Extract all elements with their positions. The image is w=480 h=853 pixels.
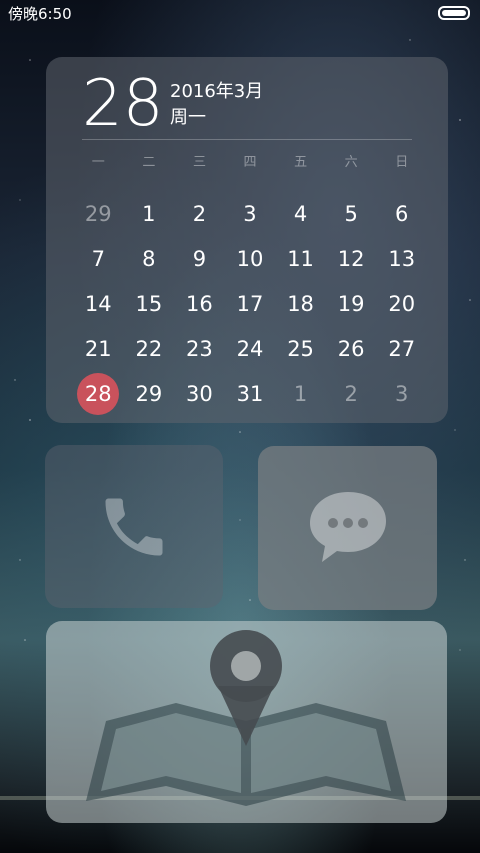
calendar-day-number: 15	[135, 291, 163, 316]
calendar-day-number: 19	[337, 291, 365, 316]
calendar-day-number: 26	[337, 336, 365, 361]
calendar-day-number: 10	[236, 246, 264, 271]
map-pin-icon	[86, 630, 406, 806]
calendar-day-number: 8	[142, 246, 156, 271]
calendar-day[interactable]: 16	[174, 281, 225, 326]
calendar-day-number: 13	[388, 246, 416, 271]
calendar-widget[interactable]: 28 2016年3月 周一 一 二 三 四 五 六 日 29 1 2 3 4 5 6 7 8 9 1…	[46, 57, 448, 423]
calendar-day-number: 17	[236, 291, 264, 316]
calendar-day[interactable]: 14	[73, 281, 124, 326]
calendar-day-number: 30	[186, 381, 213, 406]
calendar-day-number: 27	[388, 336, 416, 361]
calendar-day-number: 7	[91, 246, 105, 271]
calendar-day[interactable]: 13	[376, 236, 427, 281]
weekday-header: 二	[142, 155, 156, 170]
calendar-day-number: 9	[192, 246, 207, 271]
calendar-day-number: 23	[186, 336, 213, 361]
calendar-day-number: 2	[192, 201, 207, 226]
calendar-day[interactable]: 8	[124, 236, 175, 281]
calendar-day[interactable]: 12	[326, 236, 377, 281]
calendar-day[interactable]: 2	[174, 191, 225, 236]
calendar-day-number: 20	[388, 291, 416, 316]
weekday-header: 日	[395, 155, 409, 170]
calendar-day-number: 5	[344, 201, 358, 226]
calendar-day-number: 1	[293, 381, 308, 406]
calendar-day[interactable]: 30	[174, 371, 225, 416]
battery-icon	[438, 6, 470, 20]
calendar-day[interactable]: 18	[275, 281, 326, 326]
calendar-day[interactable]: 24	[225, 326, 276, 371]
calendar-day-number: 22	[135, 336, 163, 361]
calendar-day[interactable]: 1	[275, 371, 326, 416]
calendar-day[interactable]: 17	[225, 281, 276, 326]
calendar-day[interactable]: 9	[174, 236, 225, 281]
calendar-day-number: 21	[84, 336, 112, 361]
maps-app-tile[interactable]	[46, 621, 447, 823]
phone-icon	[105, 498, 163, 555]
status-time: 傍晚6:50	[8, 4, 72, 23]
calendar-day-number: 31	[236, 381, 264, 406]
calendar-day[interactable]: 15	[124, 281, 175, 326]
calendar-day[interactable]: 11	[275, 236, 326, 281]
phone-app-tile[interactable]	[45, 445, 223, 608]
calendar-day[interactable]: 29	[73, 191, 124, 236]
calendar-day-number: 16	[186, 291, 213, 316]
calendar-day-number: 28	[84, 381, 112, 406]
calendar-day[interactable]: 22	[124, 326, 175, 371]
weekday-header: 四	[243, 155, 257, 170]
calendar-day-number: 1	[142, 201, 156, 226]
calendar-grid: 29 1 2 3 4 5 6 7 8 9 10 11 12 13 14 15 16 17 18 19 20 21 22 23 2…	[73, 191, 427, 416]
calendar-day[interactable]: 31	[225, 371, 276, 416]
calendar-day[interactable]: 27	[376, 326, 427, 371]
current-weekday: 周一	[170, 107, 206, 128]
calendar-day[interactable]: 2	[326, 371, 377, 416]
calendar-day[interactable]: 3	[225, 191, 276, 236]
calendar-day[interactable]: 21	[73, 326, 124, 371]
calendar-day-number: 2	[344, 381, 358, 406]
calendar-day-number: 3	[243, 201, 257, 226]
calendar-day[interactable]: 26	[326, 326, 377, 371]
calendar-day[interactable]: 5	[326, 191, 377, 236]
calendar-day-number: 18	[287, 291, 314, 316]
calendar-day-number: 11	[287, 246, 314, 271]
current-day-number: 28	[82, 67, 164, 141]
calendar-day[interactable]: 23	[174, 326, 225, 371]
calendar-day[interactable]: 3	[376, 371, 427, 416]
weekday-header: 五	[294, 155, 308, 170]
calendar-day-number: 24	[236, 336, 264, 361]
weekday-header: 一	[91, 155, 105, 170]
calendar-day[interactable]: 7	[73, 236, 124, 281]
calendar-day-number: 29	[84, 201, 112, 226]
calendar-day[interactable]: 4	[275, 191, 326, 236]
calendar-day-number: 4	[293, 201, 308, 226]
messages-app-tile[interactable]	[258, 446, 437, 610]
calendar-day[interactable]: 10	[225, 236, 276, 281]
calendar-header: 28 2016年3月 周一	[82, 67, 412, 141]
chat-bubble-icon	[309, 492, 386, 562]
calendar-day[interactable]: 25	[275, 326, 326, 371]
weekday-header: 三	[192, 155, 206, 170]
calendar-day-number: 3	[395, 381, 409, 406]
calendar-day-number: 14	[84, 291, 112, 316]
calendar-divider	[82, 139, 412, 140]
status-bar: 傍晚6:50	[0, 0, 480, 26]
calendar-day[interactable]: 6	[376, 191, 427, 236]
calendar-day-number: 25	[287, 336, 314, 361]
calendar-day-number: 6	[395, 201, 409, 226]
calendar-day-number: 12	[337, 246, 365, 271]
calendar-day-today[interactable]: 28	[73, 371, 124, 416]
calendar-day[interactable]: 1	[124, 191, 175, 236]
weekday-header: 六	[344, 155, 358, 170]
weekday-headers: 一 二 三 四 五 六 日	[73, 151, 427, 170]
current-year-month: 2016年3月	[170, 81, 264, 102]
calendar-day-number: 29	[135, 381, 163, 406]
calendar-day[interactable]: 20	[376, 281, 427, 326]
calendar-day[interactable]: 29	[124, 371, 175, 416]
calendar-day[interactable]: 19	[326, 281, 377, 326]
